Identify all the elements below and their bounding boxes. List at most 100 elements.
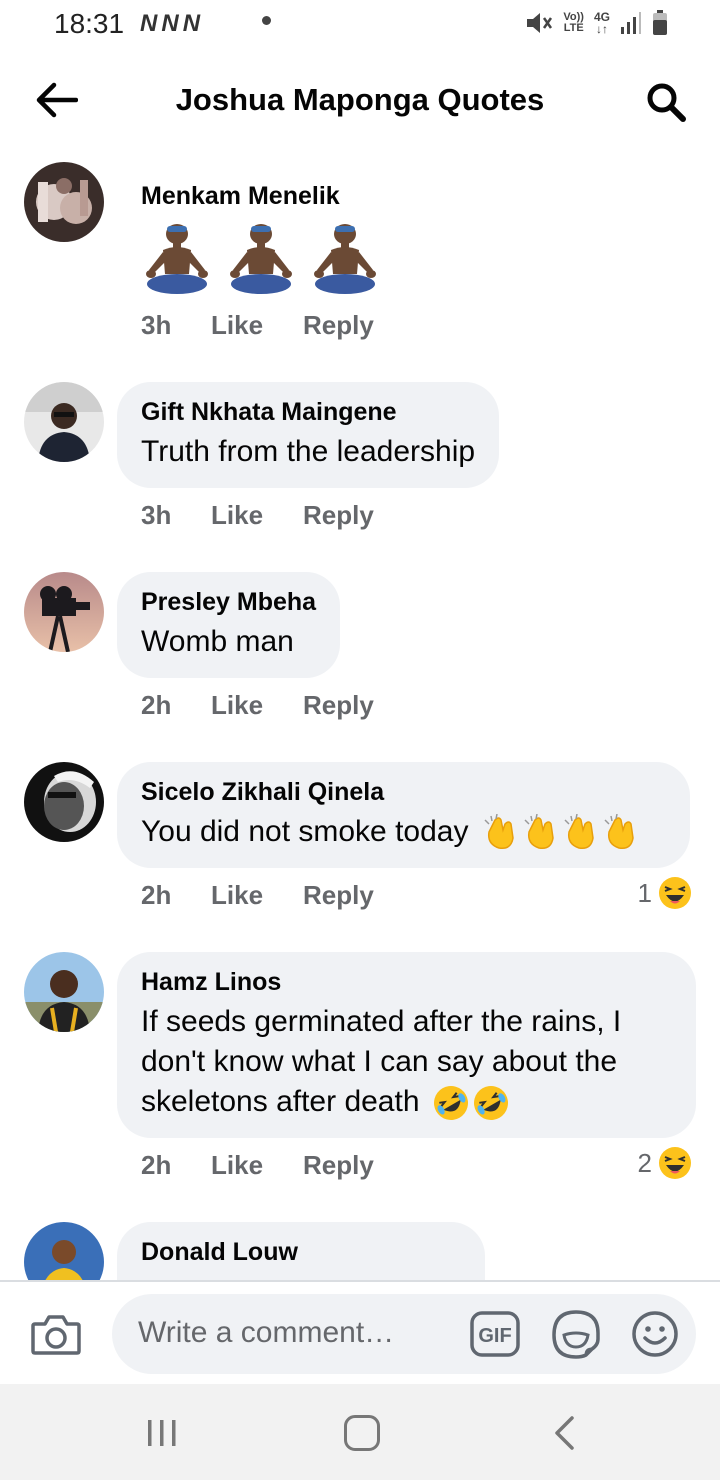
status-bar: 18:31 N N N Vo)) LTE 4G ↓↑ — [0, 0, 720, 50]
like-button[interactable]: Like — [211, 690, 303, 721]
system-back-button[interactable] — [552, 1415, 576, 1451]
search-button[interactable] — [642, 78, 690, 126]
avatar[interactable] — [24, 382, 104, 462]
comment-time: 2h — [141, 690, 172, 720]
comment-text: If seeds germinated after the rains, I d… — [141, 1002, 672, 1122]
comment-actions: 3h Like Reply — [141, 500, 374, 531]
person-in-lotus-position-icon — [314, 224, 376, 294]
comment-text-line: If seeds germinated after the rains, I — [141, 1005, 622, 1038]
like-button[interactable]: Like — [211, 1150, 303, 1181]
comment-text: Womb man — [141, 625, 294, 658]
rolling-on-floor-laughing-icon — [433, 1086, 468, 1121]
reply-button[interactable]: Reply — [303, 500, 374, 531]
reply-button[interactable]: Reply — [303, 880, 374, 911]
smiley-icon — [632, 1311, 678, 1357]
comment-list[interactable]: Menkam Menelik 3h Like Reply Gift Nkhata… — [0, 150, 720, 1280]
person-in-lotus-position-icon — [230, 224, 292, 294]
comment-item: Sicelo Zikhali Qinela You did not smoke … — [0, 760, 720, 930]
reply-button[interactable]: Reply — [303, 310, 374, 341]
notification-dot-icon — [262, 16, 271, 25]
reply-button[interactable]: Reply — [303, 1150, 374, 1181]
reaction-summary[interactable]: 1 — [638, 876, 692, 910]
n-notification-icon: N — [182, 10, 200, 37]
comment-text-line-wrap: skeletons after death — [141, 1082, 672, 1122]
comment-text-line: skeletons after death — [141, 1085, 420, 1118]
n-notification-icon: N — [161, 10, 178, 37]
comment-composer: Write a comment… GIF — [0, 1280, 720, 1384]
comment-item: Gift Nkhata Maingene Truth from the lead… — [0, 380, 720, 540]
reaction-count: 1 — [637, 877, 652, 908]
gif-button[interactable]: GIF — [470, 1311, 520, 1357]
avatar[interactable] — [24, 1222, 104, 1280]
gif-icon: GIF — [470, 1311, 520, 1357]
mute-icon — [527, 13, 553, 33]
recent-apps-button[interactable] — [146, 1418, 178, 1448]
comment-bubble[interactable]: Gift Nkhata Maingene Truth from the lead… — [117, 382, 500, 488]
comment-author[interactable]: Sicelo Zikhali Qinela — [141, 776, 666, 808]
like-button[interactable]: Like — [211, 310, 303, 341]
comment-time: 2h — [141, 880, 172, 910]
comment-author[interactable]: Donald Louw — [141, 1236, 461, 1268]
laughing-face-icon — [659, 877, 691, 909]
clapping-hands-icon — [604, 814, 634, 850]
emoji-button[interactable] — [630, 1309, 680, 1359]
comment-item: Donald Louw — [0, 1220, 720, 1280]
reply-button[interactable]: Reply — [303, 690, 374, 721]
comment-time: 2h — [141, 1150, 172, 1180]
comment-author[interactable]: Gift Nkhata Maingene — [141, 396, 475, 428]
comment-time: 3h — [141, 310, 172, 340]
network-notification-icons: N N N — [140, 10, 200, 38]
comment-author[interactable]: Menkam Menelik — [141, 180, 381, 212]
comment-item: Presley Mbeha Womb man 2h Like Reply — [0, 570, 720, 730]
clapping-hands-icon — [524, 814, 554, 850]
chevron-left-icon — [555, 1416, 574, 1450]
reaction-summary[interactable]: 2 — [638, 1146, 692, 1180]
svg-text:GIF: GIF — [478, 1325, 511, 1347]
volte-icon: Vo)) LTE — [563, 11, 584, 34]
sticker-icon — [552, 1310, 600, 1359]
comment-actions: 3h Like Reply — [141, 310, 374, 341]
like-button[interactable]: Like — [211, 500, 303, 531]
system-icons: Vo)) LTE 4G ↓↑ — [525, 10, 668, 36]
like-button[interactable]: Like — [211, 880, 303, 911]
comment-text: Truth from the leadership — [141, 435, 476, 468]
avatar-image — [24, 572, 104, 652]
comment-bubble[interactable]: Donald Louw — [117, 1222, 485, 1280]
comment-bubble: Menkam Menelik — [117, 166, 405, 298]
search-icon — [647, 83, 686, 122]
home-button[interactable] — [344, 1415, 380, 1451]
network-type-icon: 4G ↓↑ — [593, 10, 610, 36]
camera-icon — [31, 1315, 81, 1355]
header: Joshua Maponga Quotes — [0, 60, 720, 140]
comment-text-line: You did not smoke today — [141, 812, 666, 852]
system-navigation-bar — [0, 1384, 720, 1480]
avatar[interactable] — [24, 572, 104, 652]
comment-author[interactable]: Hamz Linos — [141, 966, 672, 998]
comment-text-line: don't know what I can say about the — [141, 1045, 618, 1078]
avatar-image — [24, 952, 104, 1032]
clapping-hands-icon — [484, 814, 514, 850]
rolling-on-floor-laughing-icon — [473, 1086, 508, 1121]
person-in-lotus-position-icon — [146, 224, 208, 294]
comment-bubble[interactable]: Hamz Linos If seeds germinated after the… — [117, 952, 696, 1139]
comment-item: Hamz Linos If seeds germinated after the… — [0, 950, 720, 1200]
camera-button[interactable] — [30, 1312, 82, 1360]
recent-apps-icon — [148, 1420, 176, 1446]
comment-author[interactable]: Presley Mbeha — [141, 586, 316, 618]
comment-bubble[interactable]: Sicelo Zikhali Qinela You did not smoke … — [117, 762, 690, 869]
comment-bubble[interactable]: Presley Mbeha Womb man — [117, 572, 341, 678]
comment-text: You did not smoke today — [141, 815, 469, 848]
avatar[interactable] — [24, 762, 104, 842]
comment-actions: 2h Like Reply — [141, 690, 374, 721]
avatar-image — [24, 162, 104, 242]
emoji-row — [141, 222, 381, 298]
comment-input-placeholder: Write a comment… — [138, 1316, 395, 1349]
avatar-image — [24, 1222, 104, 1280]
avatar[interactable] — [24, 162, 104, 242]
signal-icon — [621, 12, 641, 34]
avatar-image — [24, 762, 104, 842]
avatar[interactable] — [24, 952, 104, 1032]
comment-input[interactable]: Write a comment… GIF — [112, 1294, 696, 1374]
clap-emoji-group — [481, 814, 639, 852]
sticker-button[interactable] — [550, 1309, 602, 1359]
